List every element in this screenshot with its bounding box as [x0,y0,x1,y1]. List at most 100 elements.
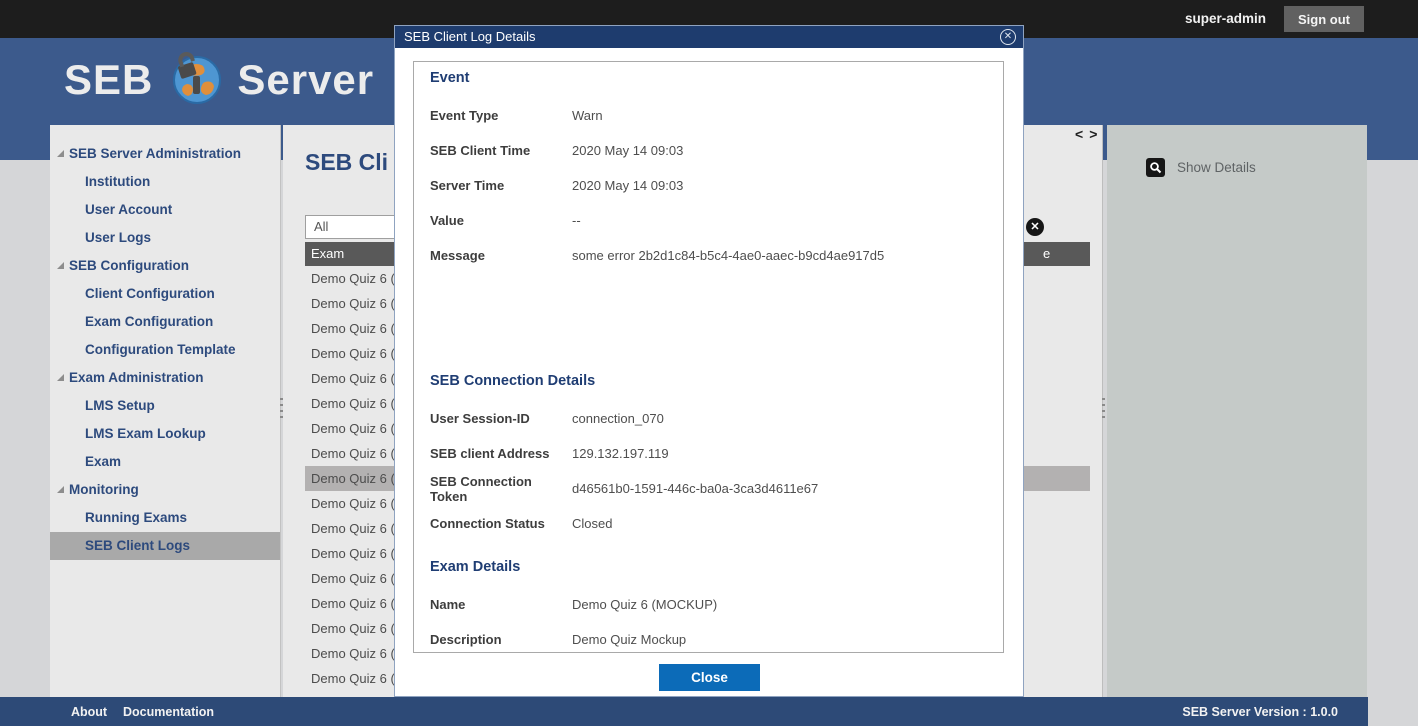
dialog-section-seb-connection-details: SEB Connection Details User Session-IDcon… [430,373,987,541]
field-label: Value [430,213,572,228]
sidebar-label: Client Configuration [85,286,215,301]
field-row-seb-client-address: SEB client Address129.132.197.119 [430,436,987,471]
sidebar-label: Institution [85,174,150,189]
field-value: some error 2b2d1c84-b5c4-4ae0-aaec-b9cd4… [572,248,884,263]
dialog-title: SEB Client Log Details [404,26,536,48]
field-row-server-time: Server Time2020 May 14 09:03 [430,168,987,203]
column-header-exam[interactable]: Exam [311,242,344,266]
field-row-user-session-id: User Session-IDconnection_070 [430,401,987,436]
column-header-fragment[interactable]: e [1043,242,1050,266]
sidebar-label: SEB Configuration [69,258,189,273]
field-value: Demo Quiz 6 (MOCKUP) [572,597,717,612]
sidebar-item-lms-exam-lookup[interactable]: LMS Exam Lookup [50,420,280,448]
magnifier-icon [1146,158,1165,177]
sidebar-item-client-configuration[interactable]: Client Configuration [50,280,280,308]
logged-in-username: super-admin [1185,0,1266,38]
field-label: Name [430,597,572,612]
field-label: Message [430,248,572,263]
field-row-event-type: Event TypeWarn [430,98,987,133]
tree-expand-icon[interactable] [57,150,64,157]
panel-collapse-expand-icons[interactable]: <> [1075,126,1103,142]
sidebar-item-configuration-template[interactable]: Configuration Template [50,336,280,364]
section-heading: Event [430,70,987,90]
close-button[interactable]: Close [659,664,760,691]
field-value: connection_070 [572,411,664,426]
sidebar-label: LMS Setup [85,398,155,413]
sidebar-item-running-exams[interactable]: Running Exams [50,504,280,532]
logo-text-server: Server [237,56,374,104]
sidebar-nav: SEB Server Administration Institution User… [50,125,281,697]
footer-bar: About Documentation SEB Server Version :… [0,697,1368,726]
sidebar-label: LMS Exam Lookup [85,426,206,441]
sidebar-item-user-logs[interactable]: User Logs [50,224,280,252]
sidebar-label: User Logs [85,230,151,245]
sidebar-sash-handle[interactable] [280,398,283,422]
field-row-value: Value-- [430,203,987,238]
logo-text-seb: SEB [64,56,153,104]
section-heading: Exam Details [430,559,987,579]
tree-expand-icon[interactable] [57,374,64,381]
sidebar-label: SEB Server Administration [69,146,241,161]
sidebar-item-seb-client-logs[interactable]: SEB Client Logs [50,532,280,560]
sidebar-section-seb-configuration[interactable]: SEB Configuration [50,252,280,280]
dialog-close-icon[interactable]: ✕ [1000,29,1016,45]
field-label: SEB Client Time [430,143,572,158]
field-value: Closed [572,516,612,531]
field-value: d46561b0-1591-446c-ba0a-3ca3d4611e67 [572,481,818,496]
field-row-description: DescriptionDemo Quiz Mockup [430,622,987,653]
dialog-content-box: EventEvent TypeWarnSEB Client Time2020 M… [413,61,1004,653]
log-details-dialog: SEB Client Log Details ✕ Event Event Type… [394,25,1024,697]
field-value: -- [572,213,581,228]
sidebar-label: Configuration Template [85,342,236,357]
section-heading: SEB Connection Details [430,373,987,393]
sidebar-item-user-account[interactable]: User Account [50,196,280,224]
sign-out-button[interactable]: Sign out [1284,6,1364,32]
page-title: SEB Cli [305,149,388,176]
field-row-seb-connection-token: SEB Connection Tokend46561b0-1591-446c-b… [430,471,987,506]
field-label: User Session-ID [430,411,572,426]
dialog-section-exam-details: Exam DetailsNameDemo Quiz 6 (MOCKUP)Desc… [430,559,987,653]
field-value: Warn [572,108,603,123]
sidebar-label: Exam [85,454,121,469]
server-version-label: SEB Server Version : 1.0.0 [1182,705,1338,719]
documentation-link[interactable]: Documentation [123,705,214,719]
field-value: 2020 May 14 09:03 [572,178,683,193]
show-details-label: Show Details [1177,160,1256,175]
field-row-connection-status: Connection StatusClosed [430,506,987,541]
sidebar-section-seb-server-administration[interactable]: SEB Server Administration [50,140,280,168]
sidebar-item-exam[interactable]: Exam [50,448,280,476]
expand-right-icon[interactable]: > [1089,126,1103,142]
field-label: Description [430,632,572,647]
tree-expand-icon[interactable] [57,262,64,269]
show-details-action[interactable]: Show Details [1146,158,1256,177]
dialog-section-event: EventEvent TypeWarnSEB Client Time2020 M… [430,70,987,273]
sidebar-label: Exam Administration [69,370,204,385]
field-label: SEB client Address [430,446,572,461]
about-link[interactable]: About [71,705,107,719]
sidebar-label: SEB Client Logs [85,538,190,553]
content-sash-handle[interactable] [1102,398,1105,422]
sidebar-label: User Account [85,202,172,217]
collapse-left-icon[interactable]: < [1075,126,1089,142]
sidebar-section-exam-administration[interactable]: Exam Administration [50,364,280,392]
sidebar-item-exam-configuration[interactable]: Exam Configuration [50,308,280,336]
sidebar-item-institution[interactable]: Institution [50,168,280,196]
field-row-message: Messagesome error 2b2d1c84-b5c4-4ae0-aae… [430,238,987,273]
seb-server-logo: SEB Server [64,52,374,108]
dialog-titlebar[interactable]: SEB Client Log Details ✕ [395,26,1023,48]
field-row-seb-client-time: SEB Client Time2020 May 14 09:03 [430,133,987,168]
field-value: Demo Quiz Mockup [572,632,686,647]
action-panel: Show Details [1107,125,1367,697]
field-value: 2020 May 14 09:03 [572,143,683,158]
sidebar-item-lms-setup[interactable]: LMS Setup [50,392,280,420]
app-window: super-admin Sign out SEB Server SEB Serv… [0,0,1418,726]
sidebar-label: Monitoring [69,482,139,497]
tree-expand-icon[interactable] [57,486,64,493]
field-label: Server Time [430,178,572,193]
sidebar-section-monitoring[interactable]: Monitoring [50,476,280,504]
sidebar-label: Exam Configuration [85,314,213,329]
clear-filter-icon[interactable]: ✕ [1026,218,1044,236]
field-label: SEB Connection Token [430,474,572,504]
field-row-name: NameDemo Quiz 6 (MOCKUP) [430,587,987,622]
field-label: Connection Status [430,516,572,531]
